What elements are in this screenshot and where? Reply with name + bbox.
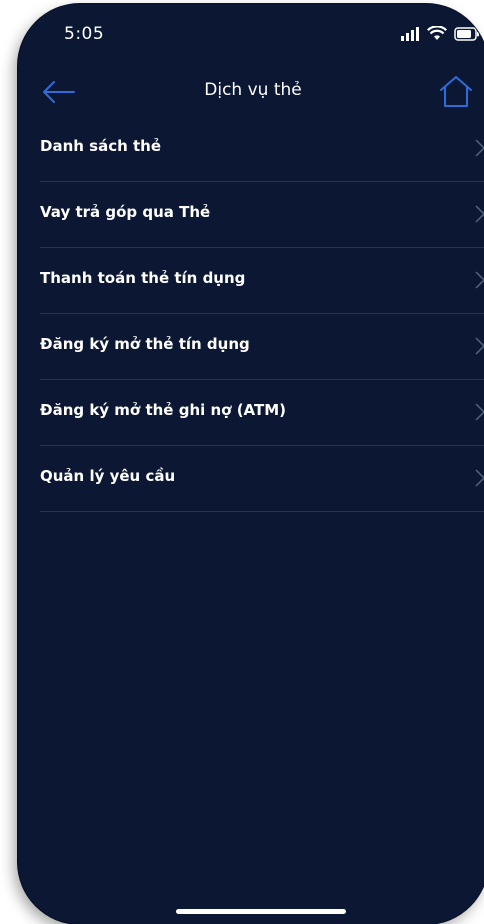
nav-bar: Dịch vụ thẻ — [18, 64, 484, 120]
menu-item-label: Đăng ký mở thẻ ghi nợ (ATM) — [40, 401, 287, 419]
chevron-right-icon — [475, 403, 484, 421]
menu-item-label: Quản lý yêu cầu — [40, 467, 176, 485]
menu-item-open-debit-card[interactable]: Đăng ký mở thẻ ghi nợ (ATM) — [40, 380, 484, 446]
home-indicator[interactable] — [176, 909, 346, 914]
wifi-icon — [427, 26, 447, 40]
chevron-right-icon — [475, 205, 484, 223]
chevron-right-icon — [475, 271, 484, 289]
chevron-right-icon — [475, 139, 484, 157]
menu-item-label: Danh sách thẻ — [40, 137, 162, 155]
status-icons — [400, 26, 480, 41]
menu-item-open-credit-card[interactable]: Đăng ký mở thẻ tín dụng — [40, 314, 484, 380]
menu-item-request-management[interactable]: Quản lý yêu cầu — [40, 446, 484, 512]
page-title: Dịch vụ thẻ — [204, 80, 302, 100]
chevron-right-icon — [475, 337, 484, 355]
phone-frame: 5:05 Dịch vụ thẻ Danh sách thẻ Vay trả g… — [18, 4, 484, 924]
home-icon[interactable] — [438, 74, 474, 110]
status-bar: 5:05 — [18, 4, 484, 60]
battery-icon — [454, 26, 479, 41]
menu-item-card-list[interactable]: Danh sách thẻ — [40, 116, 484, 182]
menu-item-label: Thanh toán thẻ tín dụng — [40, 269, 246, 287]
status-time: 5:05 — [64, 24, 105, 44]
menu-item-label: Vay trả góp qua Thẻ — [40, 203, 211, 221]
signal-icon — [401, 26, 419, 41]
card-services-menu: Danh sách thẻ Vay trả góp qua Thẻ Thanh … — [18, 116, 484, 512]
menu-item-credit-card-payment[interactable]: Thanh toán thẻ tín dụng — [40, 248, 484, 314]
menu-item-installment-loan[interactable]: Vay trả góp qua Thẻ — [40, 182, 484, 248]
menu-item-label: Đăng ký mở thẻ tín dụng — [40, 335, 250, 353]
chevron-right-icon — [475, 469, 484, 487]
